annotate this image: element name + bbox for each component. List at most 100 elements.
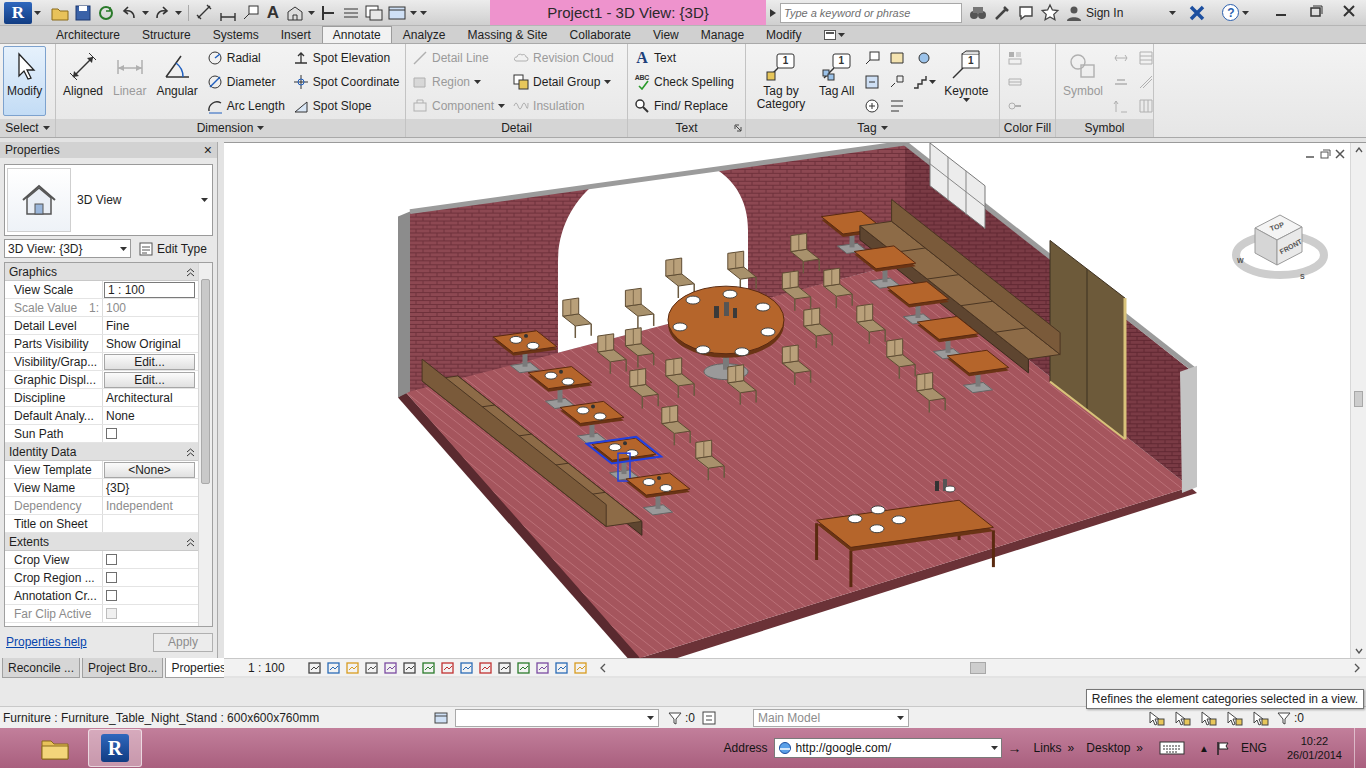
scroll-thumb[interactable] [970, 662, 986, 674]
ribbon-tab[interactable]: Annotate [322, 26, 392, 43]
ribbon-button[interactable]: Arc Length [204, 94, 288, 118]
property-row[interactable]: Graphic Displ...Edit... [5, 371, 198, 389]
3d-view-canvas[interactable]: TOPFRONTWS [224, 143, 1350, 658]
property-value[interactable]: None [106, 409, 135, 423]
minimize-ribbon-button[interactable] [824, 26, 845, 43]
ribbon-button[interactable]: 1Tag by Category [749, 46, 813, 114]
taskbar-button[interactable]: R [88, 729, 142, 767]
ribbon-tab[interactable]: Architecture [45, 26, 131, 43]
palette-tab[interactable]: Project Bro... [82, 658, 163, 678]
ribbon-button[interactable]: Diameter [204, 70, 288, 94]
property-row[interactable]: Default Analy...None [5, 407, 198, 425]
property-row[interactable]: Scale Value1:100 [5, 299, 198, 317]
property-row[interactable]: Crop View [5, 551, 198, 569]
palette-tab[interactable]: Properties [165, 658, 232, 678]
ribbon-tab[interactable]: Massing & Site [457, 26, 559, 43]
ribbon-button[interactable]: Aligned [59, 46, 107, 101]
ribbon-icon-button[interactable] [860, 70, 883, 94]
taskbar-button[interactable] [28, 729, 82, 767]
type-selector[interactable]: 3D View [4, 164, 213, 236]
property-row[interactable]: DisciplineArchitectural [5, 389, 198, 407]
ribbon-tab[interactable]: Insert [270, 26, 322, 43]
property-group-header[interactable]: Extents [5, 533, 198, 551]
desktop-more-button[interactable]: » [1136, 741, 1143, 755]
property-row[interactable]: Annotation Cr... [5, 587, 198, 605]
text-tool-button[interactable]: A [264, 3, 282, 23]
property-checkbox[interactable] [106, 428, 117, 439]
ribbon-icon-button[interactable] [885, 70, 908, 94]
ribbon-icon-button[interactable] [885, 46, 908, 70]
instance-selector[interactable]: 3D View: {3D} [4, 239, 131, 258]
property-input[interactable]: 1 : 100 [104, 282, 195, 298]
input-language[interactable]: ENG [1241, 741, 1267, 755]
property-button[interactable]: Edit... [104, 354, 195, 370]
design-option-dropdown[interactable]: Main Model [753, 709, 909, 727]
scroll-thumb[interactable] [201, 279, 210, 484]
help-button[interactable]: ? [1222, 4, 1239, 21]
ribbon-button[interactable]: Spot Coordinate [290, 70, 403, 94]
property-row[interactable]: Sun Path [5, 425, 198, 443]
sign-in-button[interactable]: Sign In [1066, 5, 1176, 21]
property-row[interactable]: View Template<None> [5, 461, 198, 479]
ribbon-button[interactable]: Detail Group [510, 70, 617, 94]
show-hidden-icons-button[interactable]: ▲ [1199, 743, 1209, 754]
dialog-launcher-icon[interactable] [734, 124, 742, 132]
ribbon-tab[interactable]: Systems [202, 26, 270, 43]
edit-type-button[interactable]: Edit Type [135, 239, 213, 258]
ribbon-tab[interactable]: Manage [690, 26, 755, 43]
property-button[interactable]: Edit... [104, 372, 195, 388]
property-row[interactable]: Far Clip Active [5, 605, 198, 623]
vertical-scrollbar[interactable] [1350, 143, 1366, 658]
ribbon-button[interactable]: Spot Slope [290, 94, 403, 118]
ribbon-button[interactable]: ABCCheck Spelling [631, 70, 737, 94]
show-desktop-button[interactable] [1354, 728, 1366, 768]
ribbon-button[interactable]: Radial [204, 46, 288, 70]
ribbon-tab[interactable]: View [642, 26, 690, 43]
property-value[interactable]: {3D} [106, 481, 129, 495]
close-button[interactable]: × [204, 143, 212, 157]
view-cube[interactable]: TOPFRONTWS [1230, 203, 1330, 295]
property-row[interactable]: Visibility/Grap...Edit... [5, 353, 198, 371]
ribbon-icon-button[interactable] [860, 46, 883, 70]
property-row[interactable]: Crop Region ... [5, 569, 198, 587]
search-field[interactable] [780, 3, 962, 23]
property-checkbox[interactable] [106, 572, 117, 583]
links-toolbar[interactable]: Links [1034, 741, 1062, 755]
ribbon-icon-button[interactable] [885, 94, 908, 118]
go-button[interactable]: → [1008, 740, 1022, 756]
ribbon-button[interactable]: 1Tag All [815, 46, 858, 101]
ribbon-icon-button[interactable] [910, 46, 938, 70]
ribbon-button[interactable]: Find/ Replace [631, 94, 737, 118]
ribbon-tab[interactable]: Structure [131, 26, 202, 43]
property-checkbox[interactable] [106, 590, 117, 601]
clock[interactable]: 10:2226/01/2014 [1287, 734, 1342, 762]
ribbon-icon-button[interactable] [910, 70, 938, 94]
application-menu-button[interactable]: R [0, 0, 44, 26]
workset-dropdown[interactable] [455, 709, 659, 727]
desktop-toolbar[interactable]: Desktop [1086, 741, 1130, 755]
properties-scrollbar[interactable] [198, 263, 212, 626]
ribbon-tab[interactable]: Collaborate [559, 26, 642, 43]
ribbon-button[interactable]: Angular [152, 46, 201, 101]
ribbon-button[interactable]: Modify [3, 46, 46, 116]
horizontal-scrollbar[interactable] [598, 661, 1366, 675]
property-row[interactable]: Detail LevelFine [5, 317, 198, 335]
address-field[interactable]: http://google.com/ [774, 738, 1002, 758]
ribbon-tab[interactable]: Analyze [392, 26, 457, 43]
property-value[interactable]: Fine [106, 319, 129, 333]
ribbon-tab[interactable]: Modify [755, 26, 812, 43]
view-scale[interactable]: 1 : 100 [248, 661, 285, 675]
property-row[interactable]: Title on Sheet [5, 515, 198, 533]
ribbon-icon-button[interactable] [860, 94, 883, 118]
property-checkbox[interactable] [106, 554, 117, 565]
property-value[interactable]: Show Original [106, 337, 181, 351]
scroll-thumb[interactable] [1354, 391, 1363, 407]
property-group-header[interactable]: Graphics [5, 263, 198, 281]
property-row[interactable]: View Scale1 : 100 [5, 281, 198, 299]
ribbon-button[interactable]: Spot Elevation [290, 46, 403, 70]
links-more-button[interactable]: » [1068, 741, 1075, 755]
ribbon-button[interactable]: 1Keynote [940, 46, 992, 105]
property-button[interactable]: <None> [104, 462, 195, 478]
palette-tab[interactable]: Reconcile ... [2, 658, 80, 678]
properties-help-link[interactable]: Properties help [4, 635, 87, 649]
